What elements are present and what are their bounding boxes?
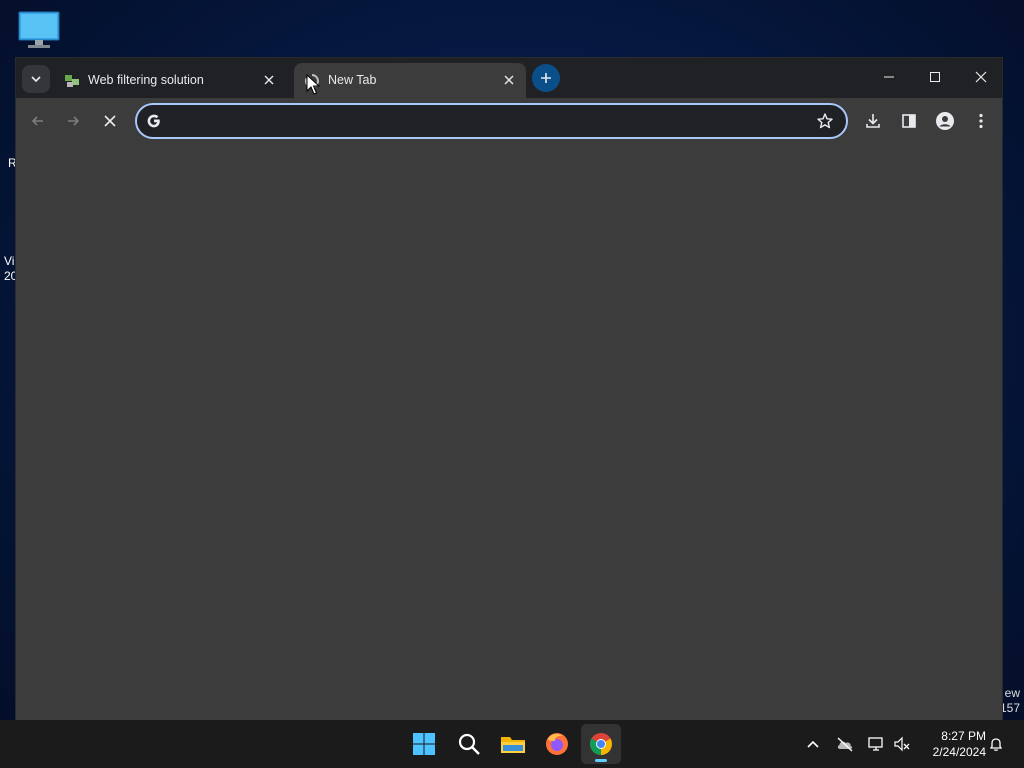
- address-input[interactable]: [171, 111, 801, 131]
- side-panel-button[interactable]: [898, 110, 920, 132]
- side-panel-icon: [902, 114, 916, 128]
- notifications-button[interactable]: [986, 734, 1006, 754]
- network-tray[interactable]: [866, 734, 886, 754]
- arrow-right-icon: [68, 116, 80, 126]
- tab-strip: Web filtering solution New Tab: [16, 58, 1002, 98]
- tab-new-tab[interactable]: New Tab: [294, 63, 526, 98]
- bookmark-star-icon[interactable]: [816, 112, 834, 130]
- maximize-button[interactable]: [917, 64, 953, 90]
- clock-time: 8:27 PM: [941, 729, 986, 743]
- tab-title: Web filtering solution: [88, 73, 204, 87]
- chevron-up-icon: [807, 740, 819, 748]
- downloads-button[interactable]: [862, 110, 884, 132]
- back-button[interactable]: [25, 108, 51, 134]
- cloud-off-icon: [837, 737, 853, 752]
- volume-tray[interactable]: [892, 734, 912, 754]
- page-content: [16, 142, 1002, 722]
- mouse-cursor-icon: [306, 73, 321, 96]
- arrow-left-icon: [31, 116, 43, 126]
- browser-toolbar: [16, 98, 1002, 142]
- active-app-indicator: [595, 759, 607, 762]
- menu-button[interactable]: [970, 110, 992, 132]
- chevron-down-icon: [31, 76, 41, 83]
- close-tab-icon[interactable]: [260, 71, 278, 89]
- new-tab-button[interactable]: [532, 64, 560, 92]
- taskbar-file-explorer[interactable]: [493, 724, 533, 764]
- google-icon: [145, 112, 163, 130]
- windows-start-icon: [413, 733, 435, 755]
- taskbar-firefox[interactable]: [537, 724, 577, 764]
- taskbar: 8:27 PM 2/24/2024: [0, 720, 1024, 768]
- network-icon: [868, 737, 883, 751]
- close-window-button[interactable]: [963, 64, 999, 90]
- start-button[interactable]: [404, 724, 444, 764]
- stop-loading-button[interactable]: [97, 108, 123, 134]
- minimize-button[interactable]: [871, 64, 907, 90]
- search-icon: [458, 733, 480, 755]
- chrome-icon: [590, 733, 612, 755]
- desktop-text-fragment: ew: [1004, 686, 1020, 700]
- close-tab-icon[interactable]: [500, 71, 518, 89]
- tab-web-filtering[interactable]: Web filtering solution: [54, 63, 286, 98]
- firefox-icon: [546, 733, 568, 755]
- this-pc-desktop-icon[interactable]: [16, 10, 62, 50]
- browser-window: Web filtering solution New Tab: [15, 57, 1003, 722]
- download-icon: [866, 114, 880, 128]
- address-bar[interactable]: [135, 103, 848, 139]
- close-icon: [104, 115, 116, 127]
- profile-button[interactable]: [934, 110, 956, 132]
- more-vertical-icon: [979, 113, 983, 129]
- desktop-text-fragment: Vi: [4, 254, 15, 268]
- folder-icon: [501, 737, 525, 753]
- plus-icon: [541, 73, 551, 83]
- close-icon: [975, 71, 987, 83]
- speaker-muted-icon: [894, 736, 910, 752]
- bell-icon: [989, 738, 1003, 751]
- tab-search-button[interactable]: [22, 65, 50, 93]
- taskbar-chrome[interactable]: [581, 724, 621, 764]
- onedrive-tray[interactable]: [835, 734, 855, 754]
- maximize-icon: [930, 72, 940, 82]
- forward-button[interactable]: [60, 108, 86, 134]
- show-hidden-icons-button[interactable]: [803, 734, 823, 754]
- globe-icon: [64, 73, 80, 89]
- avatar-icon: [936, 112, 954, 130]
- tab-title: New Tab: [328, 73, 377, 87]
- minimize-icon: [884, 76, 894, 78]
- taskbar-clock[interactable]: 8:27 PM 2/24/2024: [920, 728, 986, 760]
- taskbar-search-button[interactable]: [449, 724, 489, 764]
- clock-date: 2/24/2024: [932, 745, 986, 759]
